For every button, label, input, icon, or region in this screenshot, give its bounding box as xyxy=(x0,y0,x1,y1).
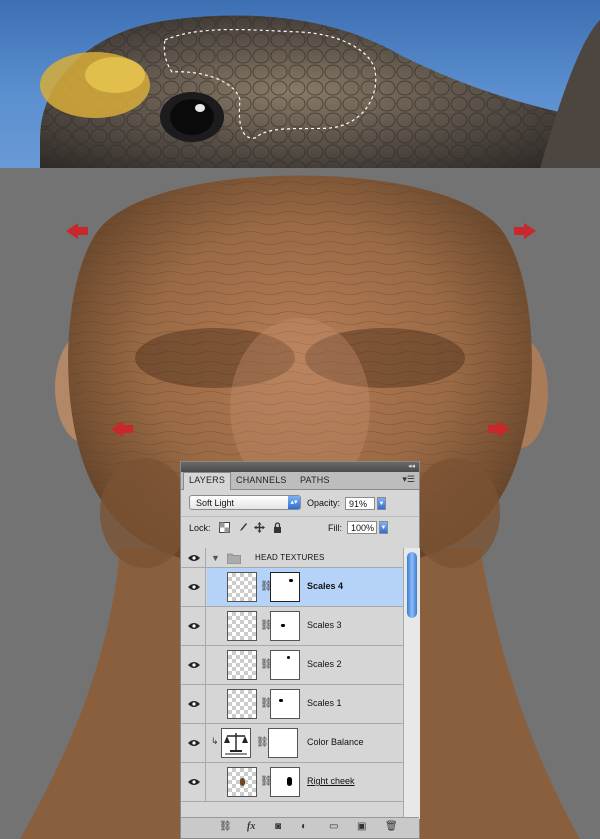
fill-field[interactable]: 100% xyxy=(347,521,377,534)
fx-icon[interactable]: fx xyxy=(247,821,255,832)
blend-row: Soft Light ▴▾ Opacity: 91% ▼ xyxy=(181,490,419,516)
new-group-folder-icon[interactable]: ▭ xyxy=(329,821,338,832)
eye-icon xyxy=(188,662,200,668)
layer-body: ⛓ Scales 4 xyxy=(207,568,403,606)
layer-mask-thumbnail[interactable] xyxy=(270,689,300,719)
layer-thumbnail[interactable] xyxy=(227,689,257,719)
visibility-toggle[interactable] xyxy=(181,763,206,801)
layer-list: ▼ HEAD TEXTURES ⛓ Scales 4 ⛓ Scales 3 ⛓ … xyxy=(181,548,403,819)
panel-tabbar: LAYERS CHANNELS PATHS ▾☰ xyxy=(181,472,419,490)
layer-list-scrollbar[interactable] xyxy=(403,548,420,819)
balance-scale-icon[interactable] xyxy=(221,728,251,758)
opacity-field[interactable]: 91% xyxy=(345,497,375,510)
layer-row-scales-2[interactable]: ⛓ Scales 2 xyxy=(181,646,403,685)
clipping-arrow-icon: ↳ xyxy=(211,736,219,746)
eye-icon xyxy=(188,701,200,707)
lock-all-icon[interactable] xyxy=(272,522,283,533)
eye-icon xyxy=(188,740,200,746)
visibility-toggle[interactable] xyxy=(181,646,206,684)
layer-thumbnail[interactable] xyxy=(227,650,257,680)
layer-mask-thumbnail[interactable] xyxy=(270,767,300,797)
arrow-upper-left-icon xyxy=(66,223,88,239)
opacity-dropdown-icon[interactable]: ▼ xyxy=(377,497,386,510)
layer-body: ↳ ⛓ Color Balance xyxy=(207,724,403,762)
layer-thumbnail[interactable] xyxy=(227,572,257,602)
link-layers-icon[interactable]: ⛓ xyxy=(219,821,232,832)
layer-row-right-cheek[interactable]: ⛓ Right cheek xyxy=(181,763,403,802)
tortoise-illustration xyxy=(40,15,600,168)
new-layer-icon[interactable]: ▣ xyxy=(357,821,366,832)
scrollbar-thumb[interactable] xyxy=(407,552,417,618)
layer-row-scales-1[interactable]: ⛓ Scales 1 xyxy=(181,685,403,724)
tab-paths[interactable]: PATHS xyxy=(295,473,335,488)
visibility-toggle[interactable] xyxy=(181,685,206,723)
fill-dropdown-icon[interactable]: ▼ xyxy=(379,521,388,534)
collapse-icon[interactable]: ◂◂ xyxy=(408,462,415,472)
layer-name: Scales 1 xyxy=(307,698,342,708)
disclosure-triangle-icon[interactable]: ▼ xyxy=(211,553,220,563)
panel-titlebar[interactable]: ◂◂ xyxy=(181,462,419,472)
layer-body: ⛓ Scales 3 xyxy=(207,607,403,645)
lock-transparency-icon[interactable] xyxy=(219,522,230,533)
layer-body: ⛓ Scales 1 xyxy=(207,685,403,723)
lock-row: Lock: Fill: 100% ▼ xyxy=(181,516,419,539)
fill-label: Fill: xyxy=(328,523,342,533)
group-name: HEAD TEXTURES xyxy=(255,553,325,562)
layer-row-scales-4[interactable]: ⛓ Scales 4 xyxy=(181,568,403,607)
lock-brush-icon[interactable] xyxy=(237,522,248,533)
panel-bottom-toolbar: ⛓ fx ◙ ◐ ▭ ▣ 🗑 xyxy=(181,817,419,838)
tab-layers[interactable]: LAYERS xyxy=(183,472,232,490)
layer-name: Scales 4 xyxy=(307,581,344,591)
layer-mask-thumbnail[interactable] xyxy=(270,572,300,602)
opacity-label: Opacity: xyxy=(307,498,341,508)
add-mask-icon[interactable]: ◙ xyxy=(275,821,281,832)
link-icon[interactable]: ⛓ xyxy=(256,737,269,748)
layer-mask-thumbnail[interactable] xyxy=(270,650,300,680)
lock-position-icon[interactable] xyxy=(254,522,265,533)
layer-name: Color Balance xyxy=(307,737,364,747)
folder-icon xyxy=(227,553,241,564)
layer-body: ⛓ Scales 2 xyxy=(207,646,403,684)
layer-name: Right cheek xyxy=(307,776,355,786)
layer-group-row[interactable]: ▼ HEAD TEXTURES xyxy=(181,548,403,568)
adjustment-layer-icon[interactable]: ◐ xyxy=(301,821,307,832)
blend-mode-select[interactable]: Soft Light ▴▾ xyxy=(189,495,301,510)
eye-icon xyxy=(188,623,200,629)
layer-mask-thumbnail[interactable] xyxy=(268,728,298,758)
layer-thumbnail[interactable] xyxy=(227,767,257,797)
eye-icon xyxy=(188,584,200,590)
tab-channels[interactable]: CHANNELS xyxy=(231,473,292,488)
layer-name: Scales 3 xyxy=(307,620,342,630)
layer-mask-thumbnail[interactable] xyxy=(270,611,300,641)
trash-icon[interactable]: 🗑 xyxy=(385,821,398,832)
visibility-toggle[interactable] xyxy=(181,607,206,645)
blend-mode-value: Soft Light xyxy=(196,498,235,508)
chevron-updown-icon: ▴▾ xyxy=(288,496,300,509)
layer-row-color-balance[interactable]: ↳ ⛓ Color Balance xyxy=(181,724,403,763)
layers-panel: ◂◂ LAYERS CHANNELS PATHS ▾☰ Soft Light ▴… xyxy=(180,461,420,839)
layer-body: ⛓ Right cheek xyxy=(207,763,403,801)
eye-icon xyxy=(188,555,200,561)
tortoise-photo xyxy=(0,0,600,168)
layer-thumbnail[interactable] xyxy=(227,611,257,641)
panel-menu-icon[interactable]: ▾☰ xyxy=(402,474,415,485)
layer-row-scales-3[interactable]: ⛓ Scales 3 xyxy=(181,607,403,646)
eye-icon xyxy=(188,779,200,785)
arrow-upper-right-icon xyxy=(514,223,536,239)
visibility-toggle[interactable] xyxy=(181,548,206,567)
visibility-toggle[interactable] xyxy=(181,724,206,762)
visibility-toggle[interactable] xyxy=(181,568,206,606)
lock-label: Lock: xyxy=(189,523,211,533)
layer-name: Scales 2 xyxy=(307,659,342,669)
